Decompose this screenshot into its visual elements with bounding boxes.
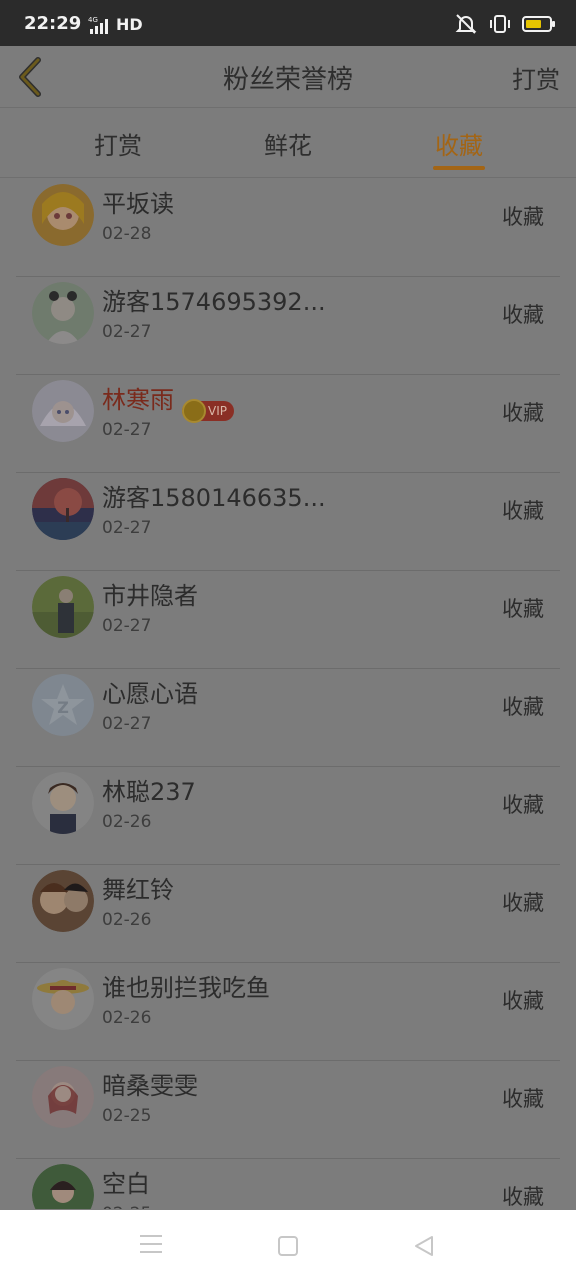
favorite-label: 收藏	[502, 989, 544, 1013]
user-name: 平坂读	[102, 190, 174, 218]
avatar[interactable]: Z	[32, 674, 94, 736]
list-item[interactable]: 市井隐者 02-27 收藏	[16, 571, 560, 669]
list-date: 02-27	[102, 616, 152, 636]
favorite-label: 收藏	[502, 1087, 544, 1111]
user-name: 市井隐者	[102, 582, 198, 610]
status-icons	[454, 13, 555, 35]
list-item[interactable]: 林寒雨 VIP 02-27 收藏	[16, 375, 560, 473]
signal-icon: 4G	[88, 16, 108, 34]
user-name: 心愿心语	[102, 680, 198, 708]
avatar[interactable]	[32, 1164, 94, 1209]
list-date: 02-26	[102, 910, 152, 930]
user-name: 林聪237	[102, 778, 196, 806]
status-bar: 22:29 4G HD	[0, 0, 576, 46]
menu-icon[interactable]	[140, 1235, 162, 1255]
vibrate-icon	[490, 15, 510, 33]
list-item[interactable]: 谁也别拦我吃鱼 02-26 收藏	[16, 963, 560, 1061]
user-name: 林寒雨	[102, 386, 174, 414]
avatar[interactable]	[32, 184, 94, 246]
tab-favorites[interactable]: 收藏	[399, 126, 519, 161]
favorite-label: 收藏	[502, 499, 544, 523]
tab-flowers[interactable]: 鲜花	[228, 126, 348, 161]
list-item[interactable]: 舞红铃 02-26 收藏	[16, 865, 560, 963]
user-name: 游客1574695392...	[102, 288, 326, 316]
list-date: 02-26	[102, 1008, 152, 1028]
list-item[interactable]: 游客1574695392... 02-27 收藏	[16, 277, 560, 375]
avatar[interactable]	[32, 1066, 94, 1128]
list-date: 02-27	[102, 518, 152, 538]
network-label: HD	[116, 15, 143, 34]
user-name: 游客1580146635...	[102, 484, 326, 512]
vip-coin-icon	[182, 399, 206, 423]
list-item[interactable]: 游客1580146635... 02-27 收藏	[16, 473, 560, 571]
user-name: 暗桑雯雯	[102, 1072, 198, 1100]
favorite-label: 收藏	[502, 695, 544, 719]
list-item[interactable]: 林聪237 02-26 收藏	[16, 767, 560, 865]
avatar[interactable]	[32, 478, 94, 540]
favorite-label: 收藏	[502, 1185, 544, 1209]
signal-label: 4G	[88, 16, 98, 24]
favorite-label: 收藏	[502, 303, 544, 327]
avatar[interactable]	[32, 968, 94, 1030]
active-tab-indicator	[433, 166, 485, 170]
favorite-label: 收藏	[502, 793, 544, 817]
fan-list[interactable]: 平坂读 02-28 收藏 游客1574695392... 02-27 收藏 林寒…	[0, 179, 576, 1209]
page-title: 粉丝荣誉榜	[222, 65, 353, 95]
reward-button[interactable]: 打赏	[512, 60, 560, 95]
list-item[interactable]: Z 心愿心语 02-27 收藏	[16, 669, 560, 767]
user-name: 空白	[102, 1170, 150, 1198]
list-date: 02-26	[102, 812, 152, 832]
favorite-label: 收藏	[502, 891, 544, 915]
favorite-label: 收藏	[502, 597, 544, 621]
favorite-label: 收藏	[502, 401, 544, 425]
list-item[interactable]: 暗桑雯雯 02-25 收藏	[16, 1061, 560, 1159]
list-date: 02-27	[102, 420, 152, 440]
user-name: 舞红铃	[102, 876, 174, 904]
list-date: 02-27	[102, 322, 152, 342]
home-icon[interactable]	[278, 1236, 298, 1256]
svg-text:Z: Z	[57, 698, 69, 717]
list-item[interactable]: 平坂读 02-28 收藏	[16, 179, 560, 277]
list-item[interactable]: 空白 02-25 收藏	[16, 1159, 560, 1209]
list-date: 02-27	[102, 714, 152, 734]
avatar[interactable]	[32, 380, 94, 442]
user-name: 谁也别拦我吃鱼	[102, 974, 270, 1002]
favorite-label: 收藏	[502, 205, 544, 229]
back-triangle-icon[interactable]	[412, 1234, 436, 1258]
system-nav-bar	[0, 1210, 576, 1280]
avatar[interactable]	[32, 576, 94, 638]
app-header: 粉丝荣誉榜 打赏	[0, 46, 576, 108]
list-date: 02-25	[102, 1106, 152, 1126]
list-date: 02-28	[102, 224, 152, 244]
avatar[interactable]	[32, 870, 94, 932]
mute-bell-icon	[455, 14, 477, 34]
tab-bar: 打赏 鲜花 收藏	[0, 108, 576, 178]
tab-reward[interactable]: 打赏	[58, 126, 178, 161]
status-time: 22:29	[24, 13, 82, 34]
battery-icon	[522, 16, 555, 32]
list-date: 02-25	[102, 1204, 151, 1209]
avatar[interactable]	[32, 772, 94, 834]
avatar[interactable]	[32, 282, 94, 344]
